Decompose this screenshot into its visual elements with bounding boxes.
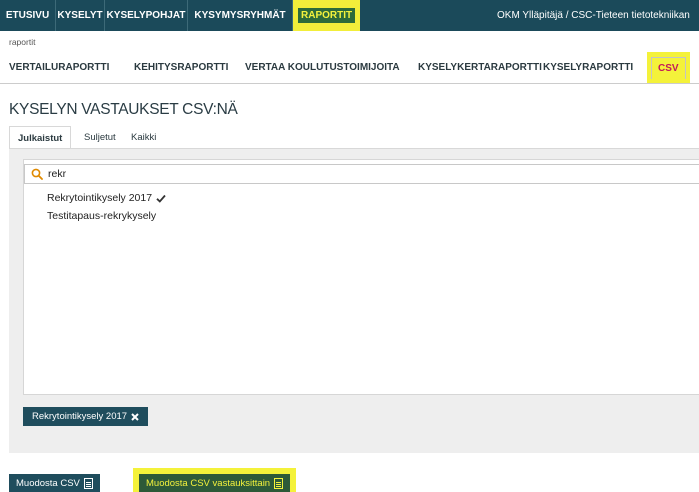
subnav-kyselyraportti[interactable]: KYSELYRAPORTTI xyxy=(543,52,633,83)
generate-csv-per-answer-label: Muodosta CSV vastauksittain xyxy=(146,477,271,489)
option-label: Testitapaus-rekrykysely xyxy=(47,210,157,222)
page-title: KYSELYN VASTAUKSET CSV:NÄ xyxy=(9,101,238,118)
nav-item-etusivu[interactable]: ETUSIVU xyxy=(0,0,56,31)
tab-kaikki[interactable]: Kaikki xyxy=(131,126,156,148)
option-testitapaus-rekrykysely[interactable]: Testitapaus-rekrykysely xyxy=(47,210,156,222)
top-navigation: ETUSIVU KYSELYT KYSELYPOHJAT KYSYMYSRYHM… xyxy=(0,0,699,31)
tab-julkaistut[interactable]: Julkaistut xyxy=(9,126,72,149)
generate-csv-per-answer-button[interactable]: Muodosta CSV vastauksittain xyxy=(132,468,297,492)
close-icon[interactable] xyxy=(131,412,139,421)
option-label: Rekrytointikysely 2017 xyxy=(47,192,153,204)
subnav-csv-label: CSV xyxy=(651,56,686,79)
generate-csv-label: Muodosta CSV xyxy=(16,477,80,489)
subnav-kyselykertaraportti[interactable]: KYSELYKERTARAPORTTI xyxy=(418,52,542,83)
survey-selection-panel: Rekrytointikysely 2017 Testitapaus-rekry… xyxy=(9,148,699,453)
nav-item-kysymysryhmat[interactable]: KYSYMYSRYHMÄT xyxy=(188,0,293,31)
subnav-vertaa-koulutustoimijoita[interactable]: VERTAA KOULUTUSTOIMIJOITA xyxy=(245,52,400,83)
report-subnav: VERTAILURAPORTTI KEHITYSRAPORTTI VERTAA … xyxy=(0,52,699,84)
subnav-csv[interactable]: CSV xyxy=(647,52,690,83)
chip-label: Rekrytointikysely 2017 xyxy=(32,411,128,422)
subnav-vertailuraportti[interactable]: VERTAILURAPORTTI xyxy=(9,52,109,83)
checkmark-icon xyxy=(156,194,166,203)
nav-item-raportit-label: RAPORTIT xyxy=(298,8,356,23)
user-label[interactable]: OKM Ylläpitäjä / CSC-Tieteen tietoteknii… xyxy=(497,0,690,31)
nav-item-kyselyt[interactable]: KYSELYT xyxy=(56,0,105,31)
search-field[interactable] xyxy=(24,164,699,184)
nav-item-kyselypohjat[interactable]: KYSELYPOHJAT xyxy=(105,0,188,31)
file-download-icon xyxy=(274,477,284,489)
generate-csv-button[interactable]: Muodosta CSV xyxy=(9,474,100,492)
search-icon xyxy=(31,168,43,180)
survey-select: Rekrytointikysely 2017 Testitapaus-rekry… xyxy=(23,159,699,395)
selected-survey-chip: Rekrytointikysely 2017 xyxy=(23,407,149,426)
nav-item-raportit[interactable]: RAPORTIT xyxy=(293,0,361,31)
option-rekrytointikysely-2017[interactable]: Rekrytointikysely 2017 xyxy=(47,192,166,204)
tab-suljetut[interactable]: Suljetut xyxy=(84,126,116,148)
file-download-icon xyxy=(83,477,93,489)
breadcrumb[interactable]: raportit xyxy=(9,37,35,47)
subnav-kehitysraportti[interactable]: KEHITYSRAPORTTI xyxy=(134,52,228,83)
search-input[interactable] xyxy=(48,168,648,180)
